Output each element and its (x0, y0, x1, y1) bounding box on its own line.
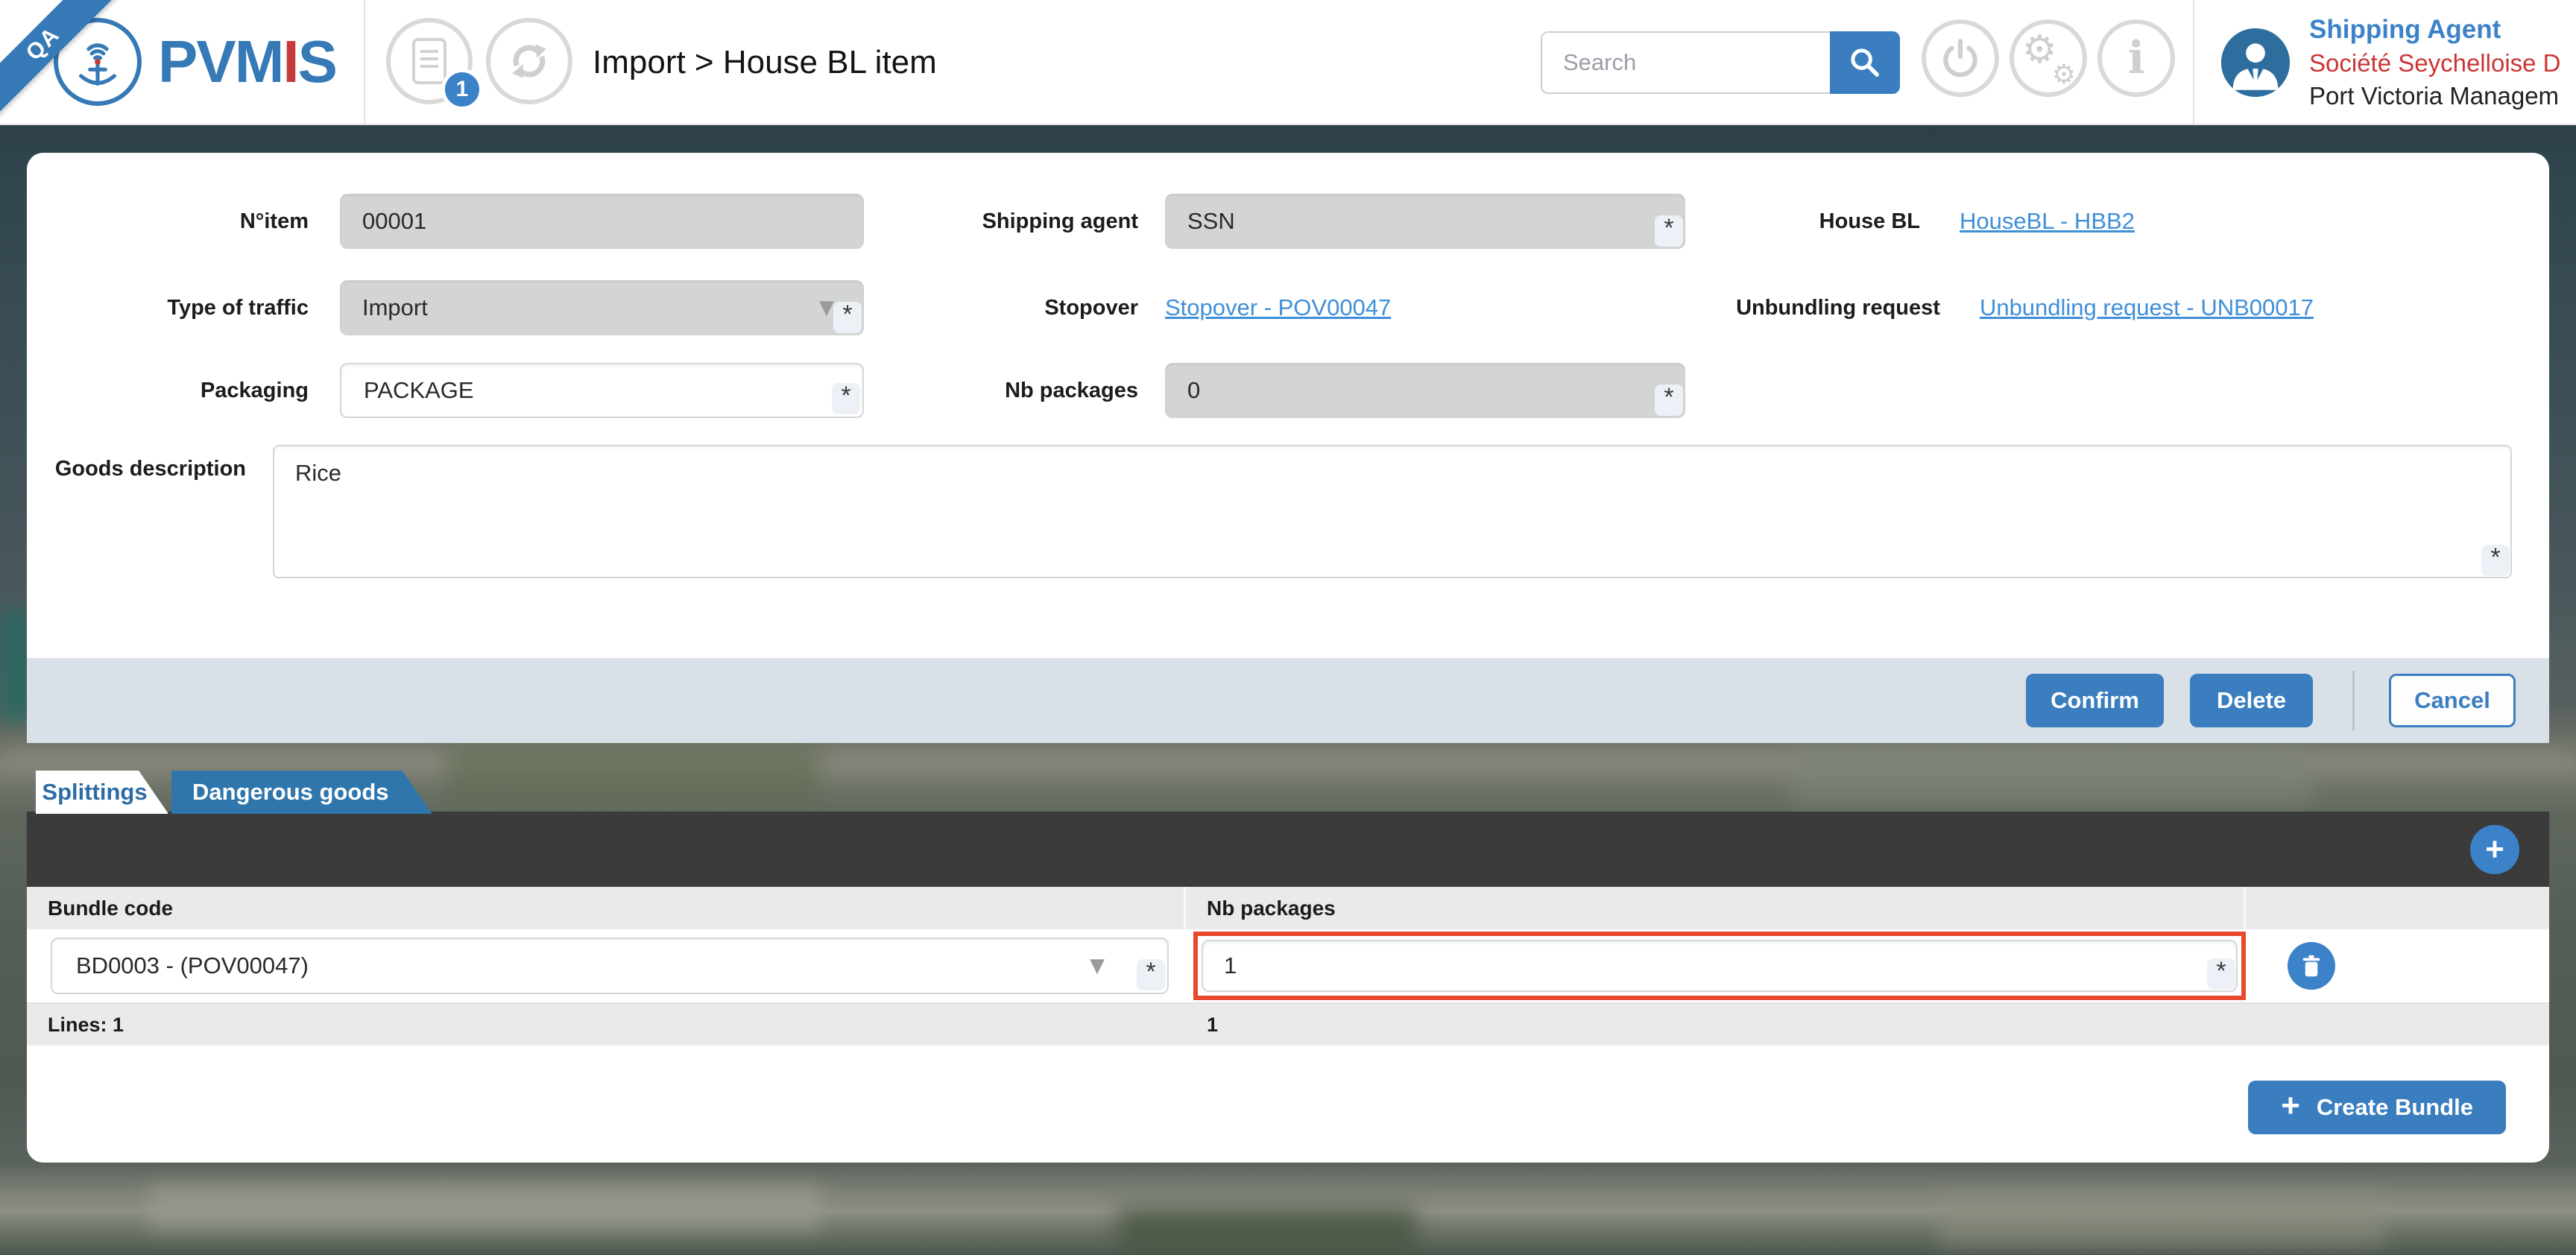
splittings-toolbar: + (27, 812, 2549, 887)
required-marker: * (1655, 385, 1683, 416)
header-divider (2193, 0, 2194, 124)
nb-packages-label: Nb packages (864, 379, 1138, 403)
plus-icon: + (2485, 833, 2504, 866)
delete-button[interactable]: Delete (2190, 674, 2313, 727)
chevron-down-icon: ▼ (819, 297, 834, 319)
required-marker: * (2207, 958, 2235, 990)
n-item-label: N°item (27, 209, 309, 234)
nb-packages-focus-ring: * (1193, 932, 2246, 1000)
required-marker: * (832, 383, 860, 414)
gears-icon: ⚙ ⚙ (2022, 32, 2074, 84)
refresh-icon (506, 38, 552, 84)
splittings-panel: + Bundle code Nb packages BD0003 - (POV0… (27, 812, 2549, 1163)
search-icon (1849, 46, 1881, 79)
stopover-label: Stopover (864, 296, 1138, 320)
refresh-button[interactable] (486, 18, 572, 104)
packaging-input[interactable] (364, 377, 840, 404)
goods-description-field: Rice * (273, 445, 2512, 578)
type-of-traffic-select: Import ▼ * (340, 280, 864, 335)
required-marker: * (1137, 959, 1165, 990)
info-icon: i (2128, 32, 2145, 84)
row-nb-packages-field: * (1202, 940, 2238, 992)
bundle-code-select[interactable]: BD0003 - (POV00047) ▼ * (51, 938, 1169, 994)
house-bl-item-form: N°item Shipping agent * House BL HouseBL… (27, 153, 2549, 743)
column-header-nb-packages: Nb packages (1186, 887, 2246, 929)
shipping-agent-input (1187, 208, 1663, 235)
nb-packages-field: * (1165, 363, 1685, 418)
required-marker: * (1655, 215, 1683, 247)
user-menu[interactable]: Shipping Agent Société Seychelloise D Po… (2221, 0, 2576, 125)
lines-count: Lines: 1 (27, 1014, 1186, 1037)
logout-button[interactable] (1922, 19, 1999, 97)
chevron-down-icon: ▼ (1090, 955, 1105, 977)
unbundling-request-link[interactable]: Unbundling request - UNB00017 (1980, 294, 2314, 321)
user-role: Shipping Agent (2309, 15, 2576, 45)
table-row: BD0003 - (POV00047) ▼ * * (27, 929, 2549, 1004)
splittings-table-header: Bundle code Nb packages (27, 887, 2549, 929)
tab-dangerous-goods[interactable]: Dangerous goods (171, 771, 432, 814)
n-item-input (362, 208, 842, 235)
goods-description-textarea[interactable]: Rice (273, 445, 2512, 578)
detail-tabs: Splittings Dangerous goods (36, 771, 432, 814)
shipping-agent-field: * (1165, 194, 1685, 249)
stopover-link[interactable]: Stopover - POV00047 (1165, 294, 1391, 321)
document-icon (412, 38, 446, 84)
goods-description-label: Goods description (27, 457, 246, 481)
column-header-actions (2246, 887, 2549, 929)
delete-row-button[interactable] (2288, 942, 2335, 990)
documents-button[interactable]: 1 (386, 18, 473, 104)
required-marker: * (2481, 545, 2510, 576)
search-button[interactable] (1830, 31, 1900, 94)
trash-icon (2298, 952, 2325, 979)
app-header: QA PVMIS 1 (0, 0, 2576, 125)
type-of-traffic-label: Type of traffic (27, 296, 309, 320)
brand-wordmark: PVMIS (158, 28, 336, 96)
tab-splittings[interactable]: Splittings (36, 771, 168, 814)
house-bl-link[interactable]: HouseBL - HBB2 (1960, 208, 2135, 235)
required-marker: * (833, 302, 862, 333)
n-item-field (340, 194, 864, 249)
documents-count-badge: 1 (441, 69, 483, 110)
action-bar-divider (2352, 671, 2355, 730)
shipping-agent-label: Shipping agent (864, 209, 1138, 234)
user-info: Shipping Agent Société Seychelloise D Po… (2309, 15, 2576, 110)
splittings-table-footer: Lines: 1 1 (27, 1004, 2549, 1046)
row-nb-packages-input[interactable] (1202, 940, 2238, 992)
nb-packages-total-input (1187, 377, 1663, 404)
packaging-field[interactable]: * (340, 363, 864, 418)
search-input[interactable] (1541, 31, 1830, 94)
confirm-button[interactable]: Confirm (2026, 674, 2164, 727)
form-action-bar: Confirm Delete Cancel (27, 658, 2549, 743)
nb-packages-sum: 1 (1186, 1014, 2246, 1037)
search-box (1541, 31, 1900, 94)
packaging-label: Packaging (27, 379, 309, 403)
user-avatar-icon (2221, 28, 2290, 97)
power-icon (1937, 35, 1983, 81)
column-header-bundle-code: Bundle code (27, 887, 1186, 929)
house-bl-label: House BL (1685, 209, 1920, 234)
add-splitting-button[interactable]: + (2470, 825, 2519, 874)
create-bundle-button[interactable]: + Create Bundle (2248, 1081, 2506, 1134)
cancel-button[interactable]: Cancel (2389, 674, 2516, 727)
user-company: Société Seychelloise D (2309, 49, 2576, 78)
user-organization: Port Victoria Managem (2309, 82, 2576, 110)
unbundling-request-label: Unbundling request (1736, 296, 1940, 320)
settings-button[interactable]: ⚙ ⚙ (2010, 19, 2087, 97)
about-button[interactable]: i (2097, 19, 2175, 97)
plus-icon: + (2281, 1090, 2300, 1122)
page-title: Import > House BL item (593, 0, 937, 125)
